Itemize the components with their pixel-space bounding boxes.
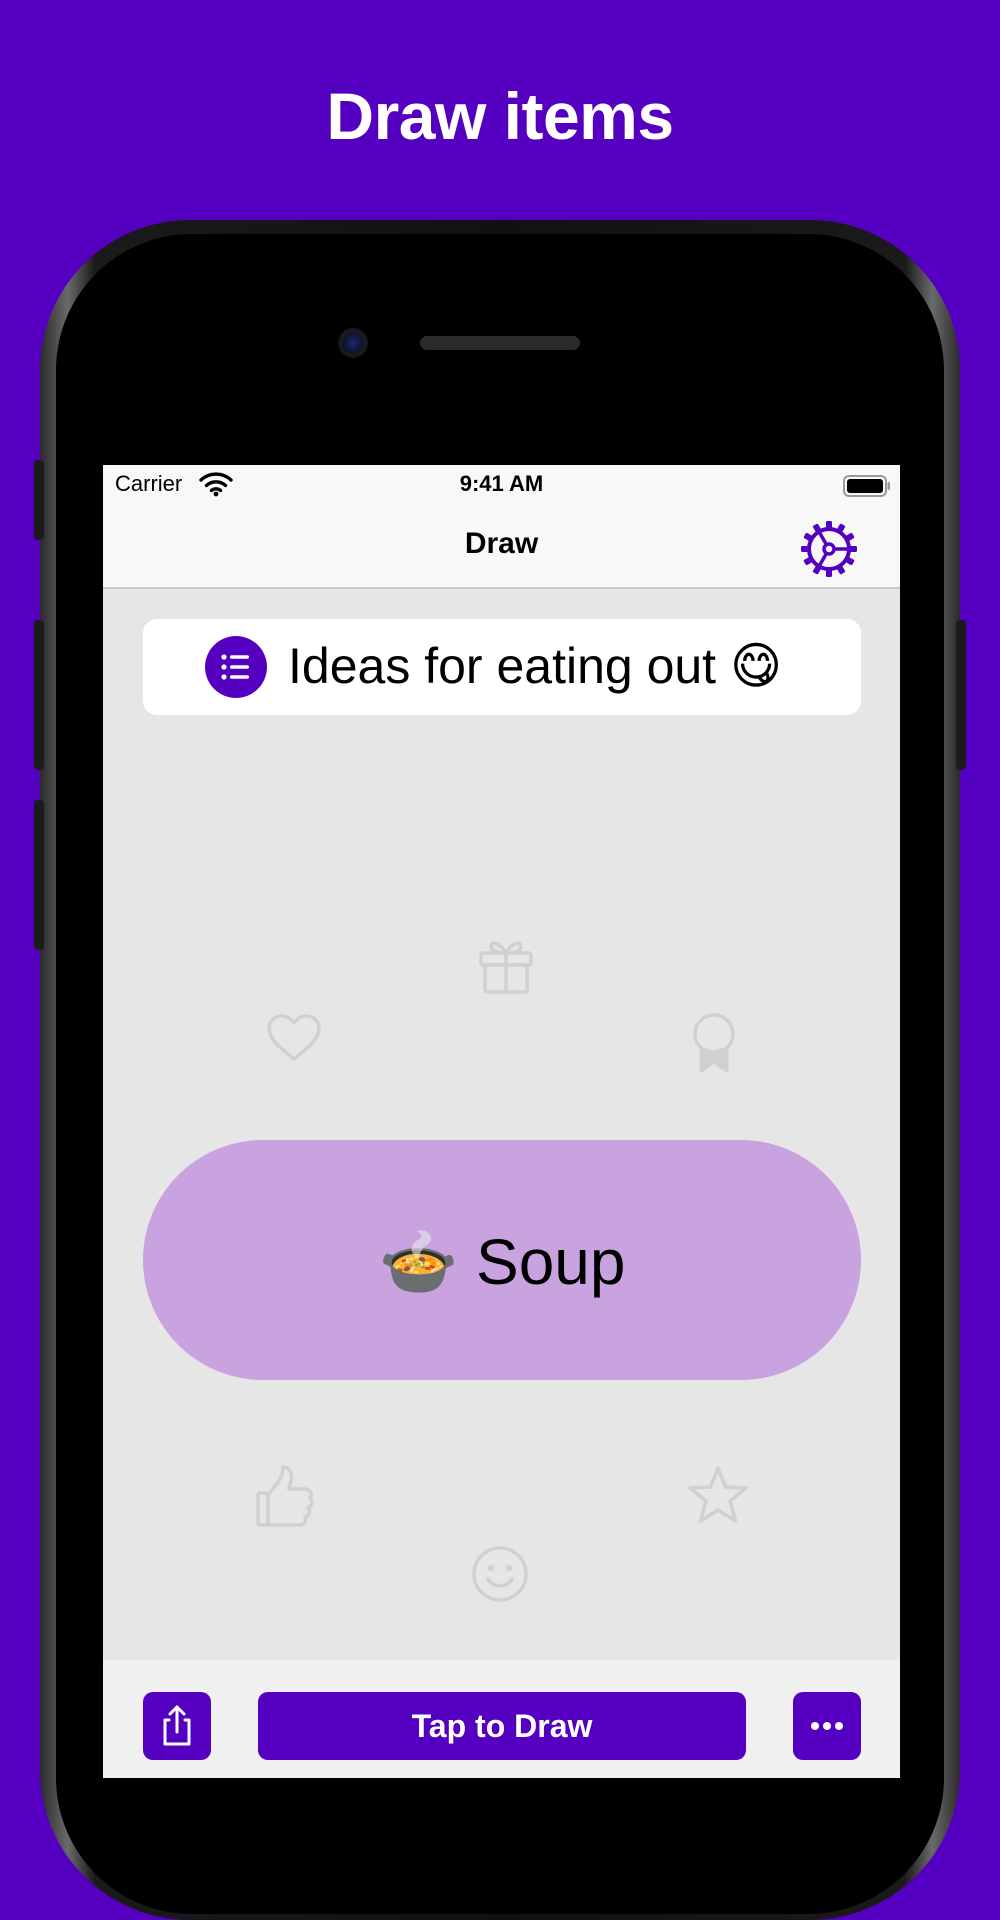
phone-side-button xyxy=(956,620,966,770)
ellipsis-icon xyxy=(811,1722,843,1730)
thumbs-up-icon xyxy=(256,1465,314,1527)
status-time: 9:41 AM xyxy=(459,471,544,496)
star-icon xyxy=(688,1466,748,1523)
award-icon xyxy=(693,1013,735,1073)
share-button[interactable] xyxy=(143,1692,211,1760)
result-pill[interactable]: 🍲 Soup xyxy=(143,1140,861,1380)
phone-side-button xyxy=(34,460,44,540)
heart-icon xyxy=(267,1014,321,1061)
list-selector[interactable]: Ideas for eating out 😋 xyxy=(143,619,861,715)
earpiece-speaker xyxy=(420,336,580,350)
more-button[interactable] xyxy=(793,1692,861,1760)
list-title: Ideas for eating out 😋 xyxy=(288,638,783,694)
bottom-toolbar: Tap to Draw xyxy=(103,1660,900,1778)
battery-icon xyxy=(843,475,890,497)
headline: Draw items xyxy=(326,79,674,153)
gift-icon xyxy=(479,941,533,994)
result-text: 🍲 Soup xyxy=(378,1226,626,1298)
front-camera xyxy=(338,328,368,358)
share-icon xyxy=(163,1705,191,1746)
gear-icon[interactable] xyxy=(801,521,857,577)
nav-title: Draw xyxy=(464,527,539,560)
status-bar: Carrier 9:41 AM xyxy=(103,465,900,505)
app-screen: Carrier 9:41 AM Draw Ideas for eating ou… xyxy=(103,465,900,1778)
navigation-bar: Draw xyxy=(103,505,900,589)
tap-to-draw-button[interactable]: Tap to Draw xyxy=(258,1692,746,1760)
phone-side-button xyxy=(34,620,44,770)
phone-side-button xyxy=(34,800,44,950)
smiley-icon xyxy=(472,1546,528,1602)
list-icon xyxy=(205,636,267,698)
